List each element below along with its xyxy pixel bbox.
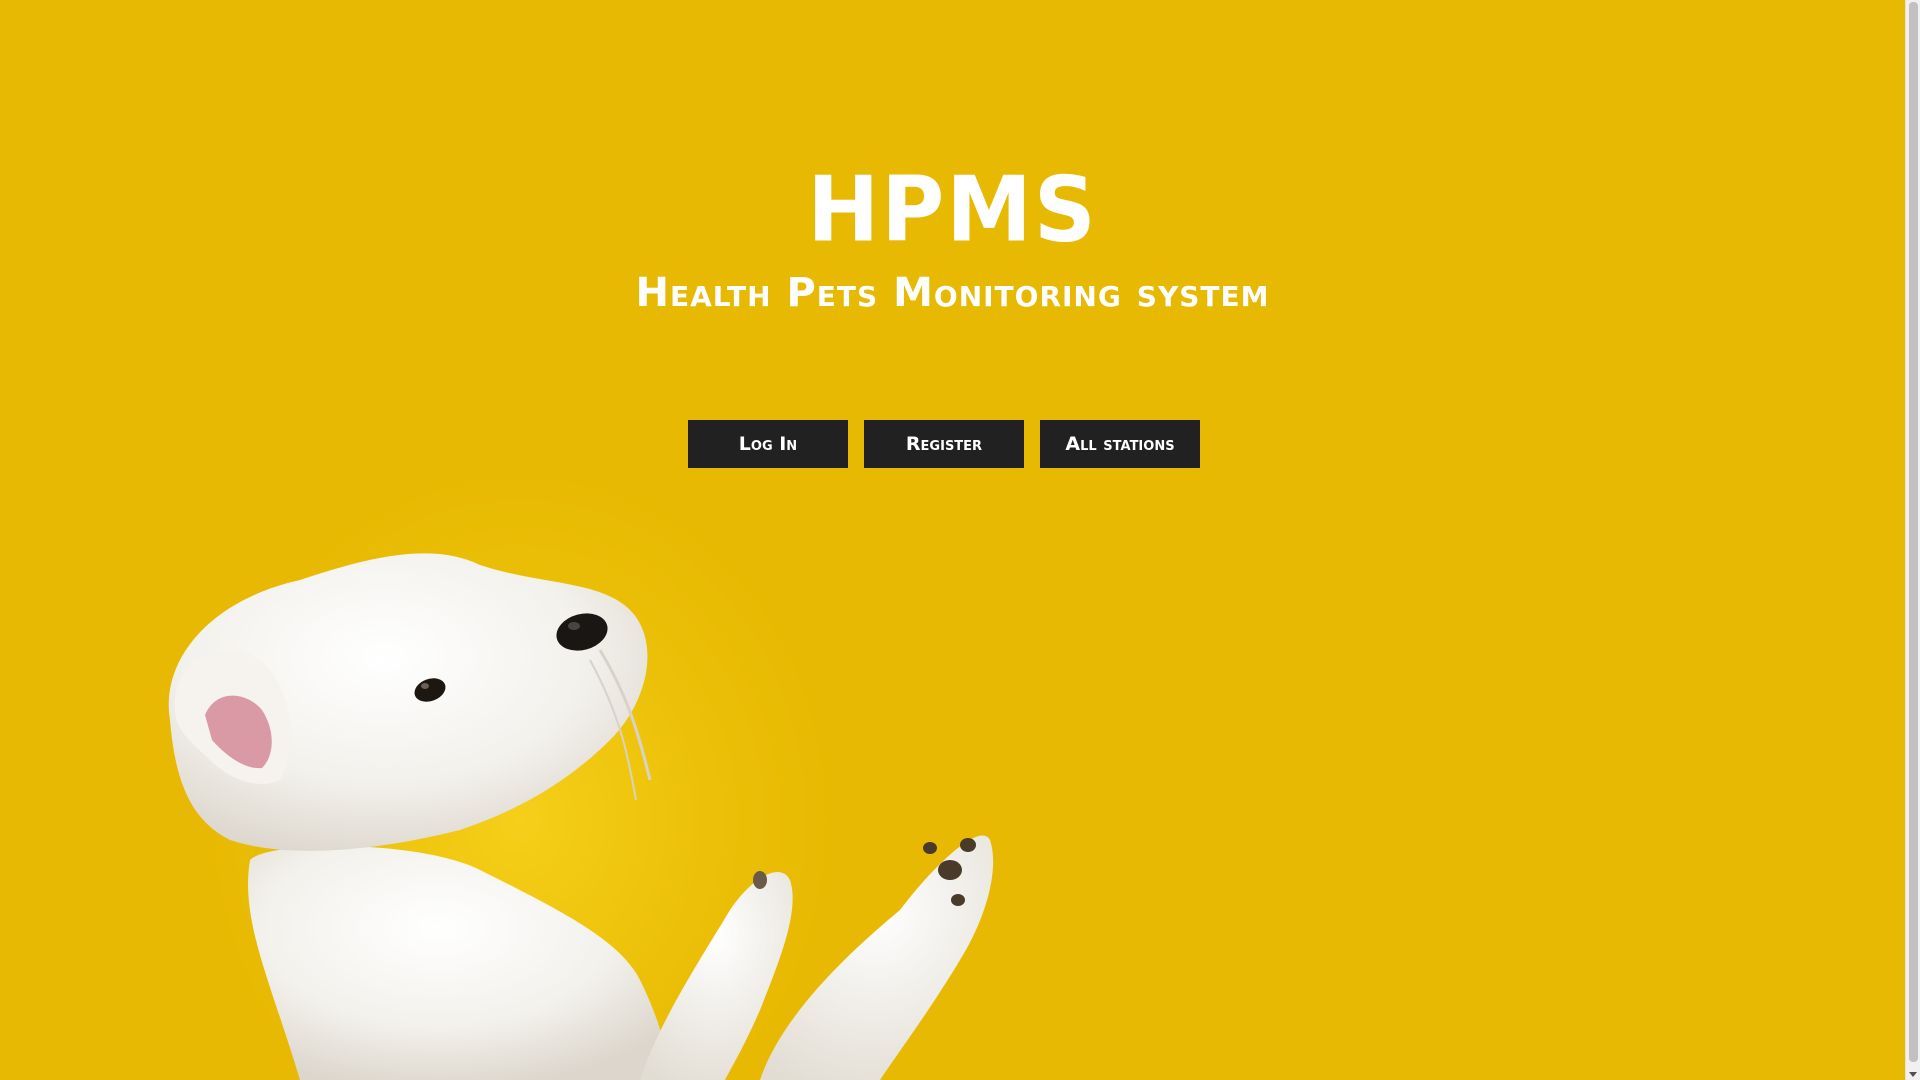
login-button[interactable]: Log In — [688, 420, 848, 468]
nav-button-group: Log In Register All stations — [688, 420, 1200, 468]
dog-photo — [168, 553, 994, 1080]
site-subtitle: Health Pets Monitoring system — [635, 270, 1270, 316]
scroll-thumb[interactable] — [1909, 2, 1918, 1062]
all-stations-button[interactable]: All stations — [1040, 420, 1200, 468]
site-title: HPMS — [807, 157, 1098, 263]
landing-page: HPMS Health Pets Monitoring system Log I… — [0, 0, 1905, 1080]
register-button[interactable]: Register — [864, 420, 1024, 468]
vertical-scrollbar[interactable] — [1905, 0, 1920, 1080]
scroll-down-arrow-icon[interactable] — [1909, 1072, 1917, 1077]
